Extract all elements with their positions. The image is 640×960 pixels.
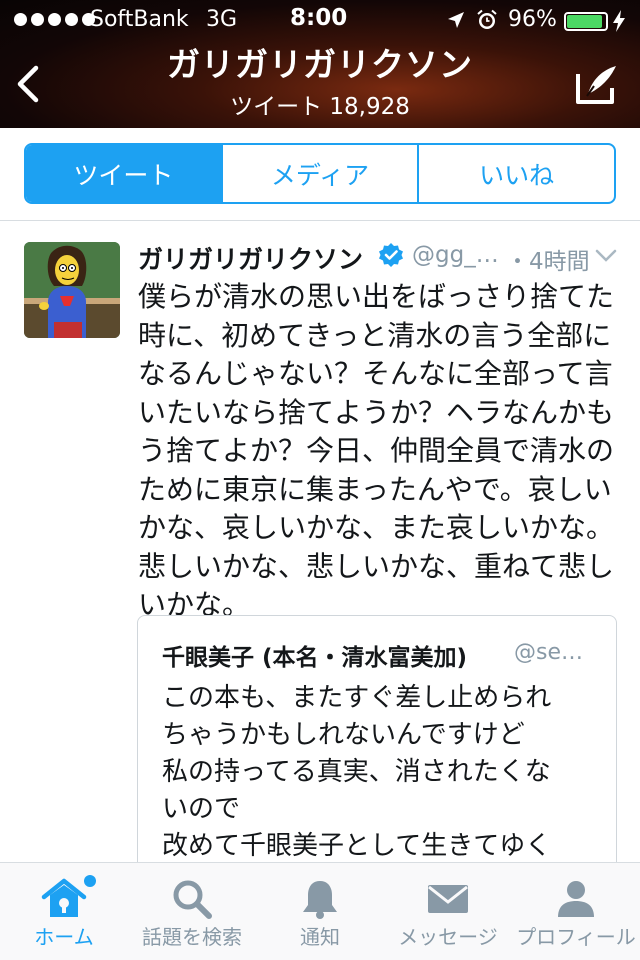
back-button[interactable] <box>12 62 46 106</box>
tab-likes[interactable]: いいね <box>417 145 614 202</box>
new-content-dot <box>84 875 96 887</box>
quoted-tweet-handle: @se… <box>514 640 583 665</box>
tab-media[interactable]: メディア <box>220 145 418 202</box>
tweet-author-name[interactable]: ガリガリガリクソン <box>138 240 363 276</box>
section-divider <box>0 220 640 221</box>
bell-icon <box>303 881 337 919</box>
verified-badge-icon <box>379 243 403 267</box>
quoted-tweet-text: この本も、またすぐ差し止められ ちゃうかもしれないんですけど 私の持ってる真実、… <box>162 680 602 865</box>
network-type: 3G <box>206 7 238 32</box>
tab-label: プロフィール <box>516 925 636 949</box>
bottom-tab-bar: ホーム 話題を検索 通知 メッセージ プロフィール <box>0 862 640 960</box>
alarm-clock-icon <box>477 9 497 29</box>
quoted-tweet-line: ちゃうかもしれないんですけど <box>162 720 525 750</box>
profile-screen: SoftBank 3G 8:00 96% ガリガリガリクソン ツイート 18,9… <box>0 0 640 960</box>
quoted-tweet-line: 私の持ってる真実、消されたくな <box>162 757 551 787</box>
page-title: ガリガリガリクソン <box>167 45 473 84</box>
profile-header: SoftBank 3G 8:00 96% ガリガリガリクソン ツイート 18,9… <box>0 0 640 128</box>
profile-segmented-control: ツイート メディア いいね <box>24 143 616 204</box>
tab-profile[interactable]: プロフィール <box>512 863 640 960</box>
tweet-text-line: ために東京に集まったんやで。哀しい <box>138 472 612 506</box>
tab-tweets[interactable]: ツイート <box>26 145 221 202</box>
tweet-text-line: 悲しいかな、悲しいかな、重ねて悲し <box>138 549 615 583</box>
quoted-tweet-line: 改めて千眼美子として生きてゆく <box>162 831 552 861</box>
tab-notifications[interactable]: 通知 <box>256 863 384 960</box>
chevron-down-icon[interactable] <box>594 248 618 264</box>
tweet-timestamp: ・4時間 <box>506 249 590 275</box>
tweet-text-line: いたいなら捨てようか？ヘラなんかも <box>138 395 615 429</box>
compose-tweet-button[interactable] <box>572 62 620 106</box>
quoted-tweet-author: 千眼美子 (本名・清水富美加) <box>162 645 468 671</box>
tab-home[interactable]: ホーム <box>0 863 128 960</box>
tab-label: 話題を検索 <box>142 925 242 949</box>
carrier-name: SoftBank <box>90 7 189 32</box>
tweet-text-line: かな、哀しいかな、また哀しいかな。 <box>138 511 615 544</box>
home-icon <box>41 878 87 917</box>
tweet-text-line: う捨てよか？今日、仲間全員で清水の <box>138 434 615 467</box>
quoted-tweet-line: この本も、またすぐ差し止められ <box>162 683 552 713</box>
tweet-text-line: なるんじゃない？そんなに全部って言 <box>138 357 613 390</box>
header-title-group: ガリガリガリクソン ツイート 18,928 <box>100 44 540 121</box>
tweet-text-line: 僕らが清水の思い出をばっさり捨てた <box>138 280 615 313</box>
tweet-count: ツイート 18,928 <box>230 94 410 120</box>
search-icon <box>173 880 212 919</box>
status-bar: SoftBank 3G 8:00 96% <box>0 0 640 40</box>
signal-strength-icon <box>14 13 95 26</box>
tweet-text: 僕らが清水の思い出をばっさり捨てた 時に、初めてきっと清水の言う全部に なるんじ… <box>138 278 618 625</box>
avatar[interactable] <box>24 242 120 338</box>
tab-label: ホーム <box>34 925 94 949</box>
tab-messages[interactable]: メッセージ <box>384 863 512 960</box>
location-arrow-icon <box>448 12 464 28</box>
quoted-tweet-line: いので <box>162 794 241 824</box>
envelope-icon <box>428 885 468 913</box>
person-icon <box>558 881 594 917</box>
tweet-header: ガリガリガリクソン @gg_… ・4時間 <box>138 240 618 276</box>
battery-percentage: 96% <box>508 7 557 32</box>
status-clock: 8:00 <box>290 5 348 31</box>
tweet-author-handle: @gg_… <box>412 242 499 268</box>
battery-icon <box>564 12 608 31</box>
tab-label: 通知 <box>300 925 340 949</box>
charging-bolt-icon <box>613 10 625 32</box>
tab-label: メッセージ <box>398 925 498 949</box>
tab-search[interactable]: 話題を検索 <box>128 863 256 960</box>
quoted-tweet-card[interactable]: 千眼美子 (本名・清水富美加) @se… この本も、またすぐ差し止められ ちゃう… <box>137 615 617 895</box>
tweet-text-line: 時に、初めてきっと清水の言う全部に <box>138 318 612 352</box>
